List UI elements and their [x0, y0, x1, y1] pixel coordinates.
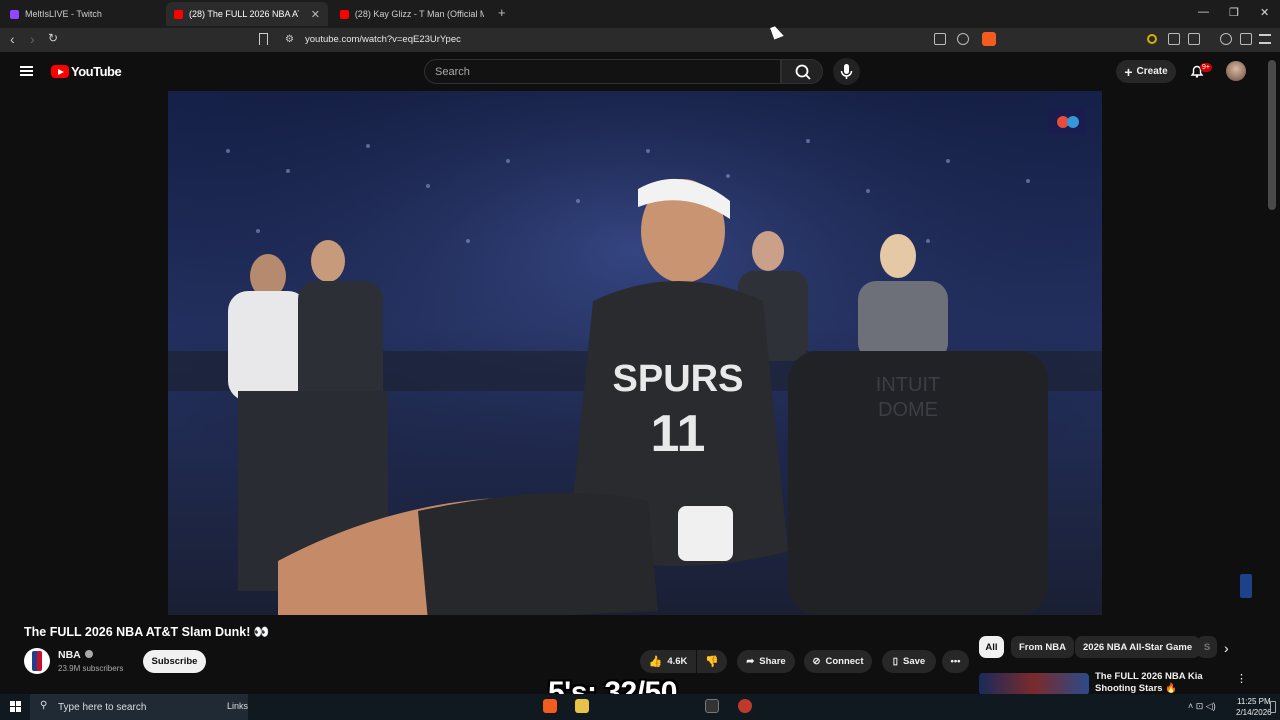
connect-label: Connect	[825, 656, 864, 667]
voice-search-button[interactable]	[833, 58, 860, 85]
windows-start-icon[interactable]	[10, 701, 21, 712]
brave-taskbar-icon[interactable]	[543, 699, 557, 713]
subscribe-button[interactable]: Subscribe	[143, 650, 206, 673]
recommendation-thumbnail[interactable]	[979, 673, 1089, 695]
dislike-button[interactable]: 👎	[697, 650, 727, 673]
clock-time: 11:25 PM	[1236, 697, 1271, 706]
chevron-right-icon[interactable]: ›	[1224, 640, 1229, 656]
share-arrow-icon: ➦	[746, 656, 755, 667]
taskbar-clock[interactable]: 11:25 PM 2/14/2026	[1236, 696, 1272, 718]
chip-from-nba[interactable]: From NBA	[1011, 636, 1074, 658]
back-icon[interactable]: ‹	[10, 31, 15, 47]
share-button[interactable]: ➦ Share	[737, 650, 795, 673]
like-button[interactable]: 👍 4.6K	[640, 650, 696, 673]
clock-date: 2/14/2026	[1236, 708, 1272, 717]
obs-icon[interactable]	[738, 699, 752, 713]
media-icon[interactable]	[1220, 33, 1232, 45]
guide-menu-icon[interactable]	[20, 66, 33, 76]
cast-icon[interactable]	[934, 33, 946, 45]
youtube-favicon-icon	[340, 9, 349, 19]
menu-icon[interactable]	[1259, 34, 1271, 44]
tab-youtube-music[interactable]: (28) Kay Glizz - T Man (Official Musi	[332, 2, 492, 26]
recommendation-title[interactable]: The FULL 2026 NBA Kia Shooting Stars 🔥	[1095, 671, 1225, 695]
youtube-logo-text[interactable]: YouTube	[71, 64, 122, 79]
more-actions-button[interactable]: •••	[942, 650, 969, 673]
link-icon: ⊘	[812, 656, 821, 667]
chip-partial[interactable]: S	[1197, 636, 1217, 658]
save-button[interactable]: ▯ Save	[882, 650, 936, 673]
nba-logo-icon	[1240, 574, 1252, 598]
tab-youtube-dunk[interactable]: (28) The FULL 2026 NBA AT& ✕	[166, 2, 328, 26]
video-frame: INTUIT DOME SPURS 11	[168, 91, 1102, 615]
close-window-icon[interactable]: ✕	[1260, 6, 1269, 19]
extensions-icon[interactable]	[1168, 33, 1180, 45]
system-tray-icon[interactable]: ˄ ⊡ ◁)	[1188, 701, 1216, 712]
reload-icon[interactable]: ↻	[48, 31, 58, 45]
share-page-icon[interactable]	[957, 33, 969, 45]
nba-logo-icon	[32, 651, 42, 671]
sidebar-icon[interactable]	[1188, 33, 1200, 45]
site-info-icon[interactable]: ⚙	[285, 34, 294, 45]
chip-all[interactable]: All	[979, 636, 1004, 658]
search-icon	[795, 64, 811, 80]
tab-twitch[interactable]: MeltIsLIVE - Twitch	[2, 2, 162, 26]
brave-shield-icon[interactable]	[982, 32, 996, 46]
like-count: 4.6K	[667, 656, 688, 667]
bookmark-icon[interactable]	[259, 33, 268, 45]
search-button[interactable]	[781, 59, 823, 84]
thumbs-up-icon: 👍	[648, 656, 663, 668]
page-scrollbar[interactable]	[1268, 60, 1276, 210]
search-icon: ⚲	[40, 700, 48, 711]
jersey-text: SPURS	[613, 358, 744, 400]
more-icon: •••	[950, 656, 961, 667]
forward-icon[interactable]: ›	[30, 31, 35, 47]
channel-avatar[interactable]	[24, 648, 50, 674]
url-field[interactable]: youtube.com/watch?v=eqE23UrYpec	[305, 34, 461, 45]
thumbs-down-icon: 👎	[705, 656, 719, 668]
youtube-favicon-icon	[174, 9, 183, 19]
minimize-icon[interactable]: —	[1198, 6, 1209, 18]
seat-text-2: DOME	[878, 399, 938, 421]
bookmark-icon: ▯	[892, 656, 899, 667]
epic-games-icon[interactable]	[705, 699, 719, 713]
wallet-icon[interactable]	[1240, 33, 1252, 45]
tab-label: MeltIsLIVE - Twitch	[25, 9, 102, 19]
search-input[interactable]: Search	[424, 59, 781, 84]
close-tab-icon[interactable]: ✕	[311, 8, 320, 21]
notification-count-badge: 9+	[1200, 63, 1212, 72]
tab-label: (28) The FULL 2026 NBA AT&	[189, 9, 299, 19]
create-button[interactable]: + Create	[1116, 60, 1176, 83]
account-avatar[interactable]	[1226, 61, 1246, 81]
microphone-icon	[840, 64, 853, 79]
file-explorer-icon[interactable]	[575, 699, 589, 713]
share-label: Share	[759, 656, 786, 667]
save-label: Save	[903, 656, 926, 667]
video-title: The FULL 2026 NBA AT&T Slam Dunk! 👀	[24, 625, 270, 639]
new-tab-icon[interactable]: +	[498, 5, 506, 20]
channel-name-text: NBA	[58, 649, 81, 661]
notification-center-icon[interactable]	[1270, 701, 1276, 713]
maximize-icon[interactable]: ❐	[1229, 6, 1239, 19]
tab-label: (28) Kay Glizz - T Man (Official Musi	[354, 9, 484, 19]
recommendation-more-icon[interactable]: ⋮	[1236, 672, 1247, 685]
create-label: Create	[1136, 66, 1168, 77]
taskbar-search-input[interactable]: Type here to search	[30, 694, 248, 720]
verified-icon	[85, 650, 94, 658]
twitch-icon	[10, 9, 19, 19]
chip-all-star-game[interactable]: 2026 NBA All-Star Game	[1075, 636, 1201, 658]
rewards-icon[interactable]	[1147, 34, 1157, 44]
address-toolbar: ‹ › ↻ ⚙	[0, 28, 1280, 52]
seat-text-1: INTUIT	[876, 374, 940, 396]
youtube-logo-icon[interactable]	[51, 65, 69, 78]
subscriber-count: 23.9M subscribers	[58, 664, 124, 673]
links-toolbar[interactable]: Links	[227, 701, 248, 711]
connect-button[interactable]: ⊘ Connect	[804, 650, 872, 673]
browser-tab-bar: MeltIsLIVE - Twitch (28) The FULL 2026 N…	[0, 0, 1280, 28]
jersey-number: 11	[651, 405, 706, 463]
video-player[interactable]: INTUIT DOME SPURS 11	[168, 91, 1102, 615]
channel-name[interactable]: NBA	[58, 649, 94, 661]
plus-icon: +	[1124, 63, 1133, 80]
